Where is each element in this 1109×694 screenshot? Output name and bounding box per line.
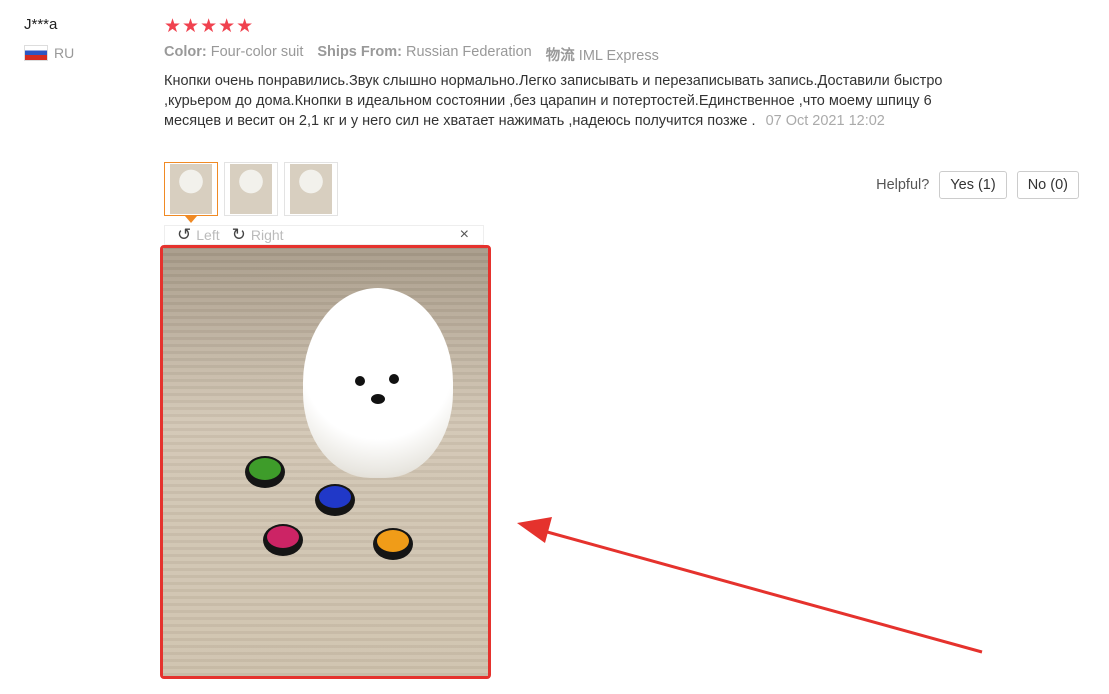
helpful-label: Helpful?: [876, 177, 930, 193]
color-label: Color:: [164, 44, 207, 60]
review-photo: [163, 248, 488, 676]
rotate-left-button[interactable]: ↺ Left: [177, 225, 220, 245]
order-properties: Color: Four-color suit Ships From: Russi…: [164, 44, 659, 65]
color-property: Color: Four-color suit: [164, 44, 303, 65]
rotate-right-button[interactable]: ↻ Right: [232, 225, 284, 245]
logistics-label: 物流: [545, 48, 575, 64]
thumbnail-image: [290, 164, 332, 214]
enlarged-review-image: [160, 245, 491, 679]
review-thumbnail-3[interactable]: [284, 162, 338, 216]
blue-button: [315, 484, 355, 516]
orange-button: [373, 528, 413, 560]
green-button: [245, 456, 285, 488]
review-content: Кнопки очень понравились.Звук слышно нор…: [164, 71, 964, 131]
dog-eye: [389, 374, 399, 384]
image-viewer-toolbar: ↺ Left ↻ Right ×: [164, 225, 484, 245]
helpful-yes-button[interactable]: Yes (1): [939, 171, 1007, 199]
thumbnail-image: [170, 164, 212, 214]
reviewer-country: RU: [24, 45, 74, 61]
logistics-value: IML Express: [578, 48, 659, 64]
rotate-right-icon: ↻: [231, 225, 246, 244]
review-thumbnail-1[interactable]: [164, 162, 218, 223]
ships-from-property: Ships From: Russian Federation: [317, 44, 531, 65]
color-value: Four-color suit: [210, 44, 304, 60]
russia-flag-icon: [24, 45, 48, 61]
review-date: 07 Oct 2021 12:02: [765, 113, 885, 129]
reviewer-name: J***a: [24, 16, 58, 33]
ships-from-label: Ships From:: [317, 44, 402, 60]
close-icon[interactable]: ×: [460, 226, 469, 244]
star-rating: ★★★★★: [164, 16, 255, 37]
helpful-section: Helpful? Yes (1) No (0): [876, 171, 1079, 199]
logistics-property: 物流 IML Express: [546, 44, 659, 65]
thumbnail-image: [230, 164, 272, 214]
rotate-right-label: Right: [250, 227, 284, 243]
rotate-left-label: Left: [196, 227, 220, 243]
rotate-left-icon: ↺: [177, 225, 192, 244]
dog-eye: [355, 376, 365, 386]
pink-button: [263, 524, 303, 556]
review-thumbnail-2[interactable]: [224, 162, 278, 216]
ships-from-value: Russian Federation: [406, 44, 532, 60]
helpful-no-button[interactable]: No (0): [1016, 171, 1079, 199]
pomeranian-dog: [303, 288, 453, 478]
dog-nose: [371, 394, 385, 404]
country-code: RU: [54, 45, 75, 61]
review-thumbnails: [164, 162, 338, 223]
